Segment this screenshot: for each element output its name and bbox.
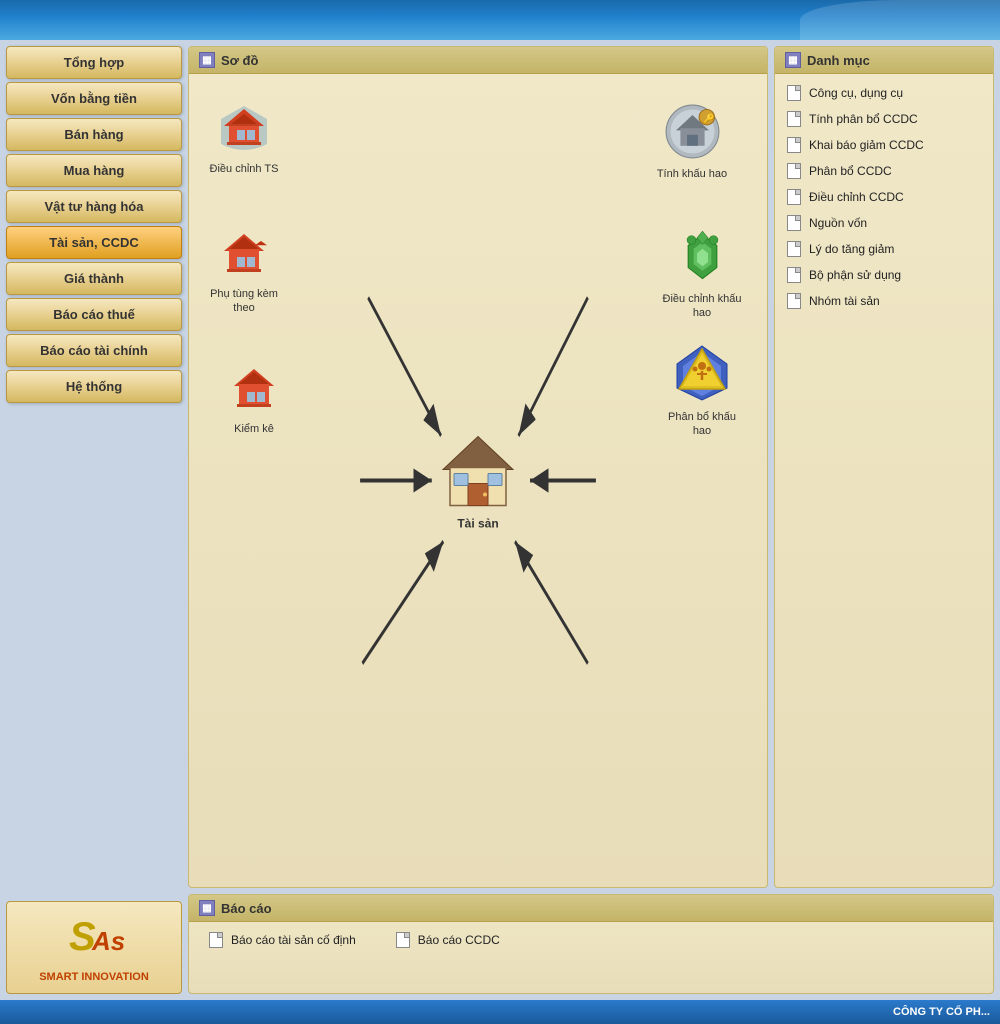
- bottom-bar-text: CÔNG TY CỔ PH...: [893, 1006, 990, 1018]
- center-house: Tài sản: [438, 431, 518, 530]
- node-phan-bo-khau-hao[interactable]: Phân bổ khấuhao: [657, 344, 747, 439]
- phan-bo-khau-hao-icon: [657, 344, 747, 408]
- so-do-header-icon: ▦: [199, 52, 215, 68]
- doc-icon-7: [787, 267, 801, 283]
- danh-muc-label-1: Tính phân bổ CCDC: [809, 112, 918, 126]
- bao-cao-label-0: Báo cáo tài sản cố định: [231, 933, 356, 947]
- danh-muc-header-icon: ▦: [785, 52, 801, 68]
- sidebar-item-tong-hop[interactable]: Tổng hợp: [6, 46, 182, 79]
- sidebar-item-vat-tu[interactable]: Vật tư hàng hóa: [6, 190, 182, 223]
- dieu-chinh-ts-icon: [199, 104, 289, 160]
- danh-muc-item-3[interactable]: Phân bổ CCDC: [775, 158, 993, 184]
- doc-icon-5: [787, 215, 801, 231]
- danh-muc-title: Danh mục: [807, 53, 870, 68]
- danh-muc-item-8[interactable]: Nhóm tài sản: [775, 288, 993, 314]
- doc-icon-8: [787, 293, 801, 309]
- logo-label: SMART INNOVATION: [17, 971, 171, 983]
- bao-cao-header: ▦ Báo cáo: [189, 895, 993, 922]
- danh-muc-item-2[interactable]: Khai báo giảm CCDC: [775, 132, 993, 158]
- sidebar-item-mua-hang[interactable]: Mua hàng: [6, 154, 182, 187]
- so-do-header: ▦ Sơ đồ: [189, 47, 767, 74]
- danh-muc-label-6: Lý do tăng giảm: [809, 242, 894, 256]
- danh-muc-item-6[interactable]: Lý do tăng giảm: [775, 236, 993, 262]
- center-house-label: Tài sản: [438, 516, 518, 530]
- node-dieu-chinh-ts[interactable]: Điều chỉnh TS: [199, 104, 289, 176]
- svg-text:🔑: 🔑: [703, 113, 714, 125]
- tinh-khau-hao-icon: 🔑: [647, 104, 737, 165]
- bao-cao-item-0[interactable]: Báo cáo tài sản cố định: [209, 932, 356, 948]
- sidebar-item-ban-hang[interactable]: Bán hàng: [6, 118, 182, 151]
- danh-muc-list: Công cụ, dụng cụ Tính phân bổ CCDC Khai …: [775, 74, 993, 887]
- phan-bo-khau-hao-label: Phân bổ khấuhao: [657, 410, 747, 439]
- bao-cao-label-1: Báo cáo CCDC: [418, 933, 500, 947]
- content-area: ▦ Sơ đồ: [188, 46, 994, 994]
- node-kiem-ke[interactable]: Kiểm kê: [209, 364, 299, 436]
- node-tinh-khau-hao[interactable]: 🔑 Tính khấu hao: [647, 104, 737, 181]
- tinh-khau-hao-label: Tính khấu hao: [647, 167, 737, 181]
- sidebar-item-tai-san[interactable]: Tài sản, CCDC: [6, 226, 182, 259]
- bao-cao-doc-icon-1: [396, 932, 410, 948]
- doc-icon-4: [787, 189, 801, 205]
- so-do-panel: ▦ Sơ đồ: [188, 46, 768, 888]
- dieu-chinh-khau-hao-icon: [657, 229, 747, 290]
- phu-tung-icon: [199, 229, 289, 285]
- danh-muc-label-8: Nhóm tài sản: [809, 294, 880, 308]
- bottom-bar: CÔNG TY CỔ PH...: [0, 1000, 1000, 1024]
- danh-muc-item-0[interactable]: Công cụ, dụng cụ: [775, 80, 993, 106]
- logo-icon: S As: [17, 912, 171, 967]
- main-container: Tổng hợp Vốn bằng tiền Bán hàng Mua hàng…: [0, 40, 1000, 1000]
- sidebar-item-gia-thanh[interactable]: Giá thành: [6, 262, 182, 295]
- doc-icon-1: [787, 111, 801, 127]
- node-phu-tung[interactable]: Phụ tùng kèmtheo: [199, 229, 289, 316]
- phu-tung-label: Phụ tùng kèmtheo: [199, 287, 289, 316]
- doc-icon-6: [787, 241, 801, 257]
- danh-muc-label-0: Công cụ, dụng cụ: [809, 86, 903, 100]
- doc-icon-0: [787, 85, 801, 101]
- bao-cao-header-icon: ▦: [199, 900, 215, 916]
- danh-muc-label-7: Bộ phận sử dụng: [809, 268, 901, 282]
- dieu-chinh-khau-hao-label: Điều chỉnh khấuhao: [657, 292, 747, 321]
- node-dieu-chinh-khau-hao[interactable]: Điều chỉnh khấuhao: [657, 229, 747, 321]
- bao-cao-items: Báo cáo tài sản cố định Báo cáo CCDC: [189, 922, 993, 958]
- sidebar-item-he-thong[interactable]: Hệ thống: [6, 370, 182, 403]
- doc-icon-2: [787, 137, 801, 153]
- bao-cao-panel: ▦ Báo cáo Báo cáo tài sản cố định Báo cá…: [188, 894, 994, 994]
- sidebar-item-bao-cao-tc[interactable]: Báo cáo tài chính: [6, 334, 182, 367]
- danh-muc-panel: ▦ Danh mục Công cụ, dụng cụ Tính phân bổ…: [774, 46, 994, 888]
- dieu-chinh-ts-label: Điều chỉnh TS: [199, 162, 289, 176]
- kiem-ke-icon: [209, 364, 299, 420]
- sidebar-item-von-bang-tien[interactable]: Vốn bằng tiền: [6, 82, 182, 115]
- danh-muc-header: ▦ Danh mục: [775, 47, 993, 74]
- bao-cao-title: Báo cáo: [221, 901, 272, 916]
- danh-muc-item-1[interactable]: Tính phân bổ CCDC: [775, 106, 993, 132]
- danh-muc-item-7[interactable]: Bộ phận sử dụng: [775, 262, 993, 288]
- so-do-title: Sơ đồ: [221, 53, 258, 68]
- svg-text:As: As: [91, 926, 124, 956]
- danh-muc-label-2: Khai báo giảm CCDC: [809, 138, 924, 152]
- bao-cao-doc-icon-0: [209, 932, 223, 948]
- danh-muc-label-5: Nguồn vốn: [809, 216, 867, 230]
- diagram-area: Tài sản: [189, 74, 767, 887]
- sidebar-logo: S As SMART INNOVATION: [6, 901, 182, 994]
- danh-muc-item-4[interactable]: Điều chỉnh CCDC: [775, 184, 993, 210]
- sidebar-item-bao-cao-thue[interactable]: Báo cáo thuế: [6, 298, 182, 331]
- sidebar: Tổng hợp Vốn bằng tiền Bán hàng Mua hàng…: [6, 46, 182, 994]
- top-header: [0, 0, 1000, 40]
- kiem-ke-label: Kiểm kê: [209, 422, 299, 436]
- danh-muc-label-4: Điều chỉnh CCDC: [809, 190, 904, 204]
- danh-muc-item-5[interactable]: Nguồn vốn: [775, 210, 993, 236]
- danh-muc-label-3: Phân bổ CCDC: [809, 164, 892, 178]
- doc-icon-3: [787, 163, 801, 179]
- top-row: ▦ Sơ đồ: [188, 46, 994, 888]
- bao-cao-item-1[interactable]: Báo cáo CCDC: [396, 932, 500, 948]
